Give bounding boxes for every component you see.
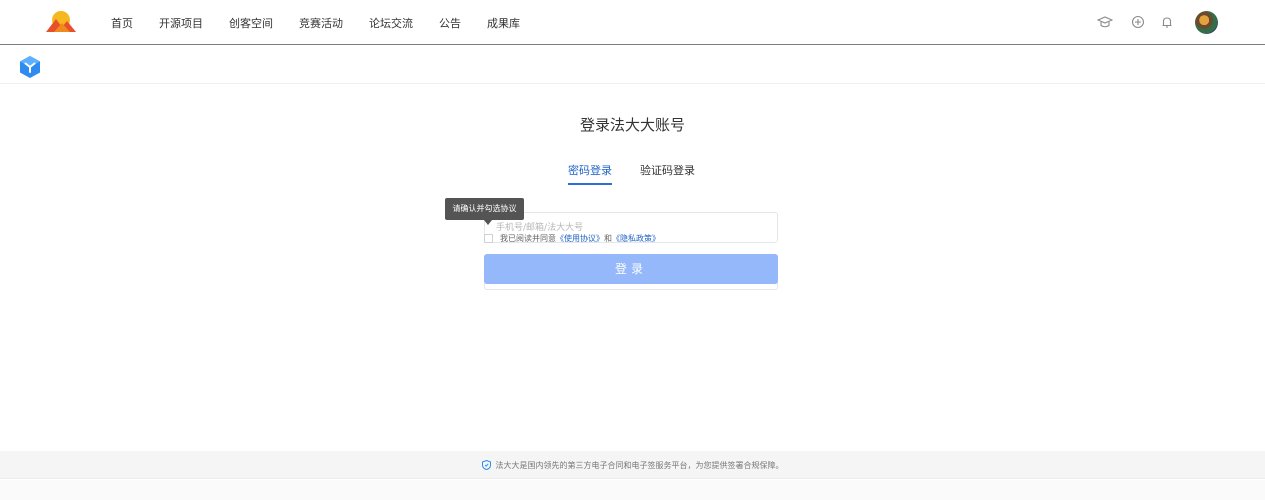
main-nav: 首页 开源项目 创客空间 竞赛活动 论坛交流 公告 成果库 [111, 0, 546, 45]
nav-item-results[interactable]: 成果库 [487, 15, 520, 31]
agreement-row: 我已阅读并同意 《使用协议》 和 《隐私政策》 [484, 232, 660, 244]
nav-item-open-source[interactable]: 开源项目 [159, 15, 203, 31]
tab-code-login[interactable]: 验证码登录 [640, 162, 695, 178]
nav-item-forum[interactable]: 论坛交流 [369, 15, 413, 31]
footer-text: 法大大是国内领先的第三方电子合同和电子签服务平台，为您提供签署合规保障。 [495, 460, 784, 470]
active-tab-indicator [568, 183, 612, 185]
footer-content: 法大大是国内领先的第三方电子合同和电子签服务平台，为您提供签署合规保障。 [0, 451, 1265, 479]
page-bottom [0, 480, 1265, 500]
nav-item-maker-space[interactable]: 创客空间 [229, 15, 273, 31]
tooltip-arrow [484, 220, 492, 225]
login-button[interactable]: 登录 [484, 254, 778, 284]
nav-item-competitions[interactable]: 竞赛活动 [299, 15, 343, 31]
nav-item-announcements[interactable]: 公告 [439, 15, 461, 31]
agreement-checkbox[interactable] [484, 233, 493, 243]
shield-icon [481, 460, 491, 470]
bell-icon[interactable] [1159, 14, 1175, 30]
nav-item-home[interactable]: 首页 [111, 15, 133, 31]
top-navigation-bar: 首页 开源项目 创客空间 竞赛活动 论坛交流 公告 成果库 [0, 0, 1265, 45]
agreement-and: 和 [604, 233, 612, 243]
privacy-link[interactable]: 《隐私政策》 [612, 233, 660, 244]
terms-link[interactable]: 《使用协议》 [556, 233, 604, 244]
tab-password-login[interactable]: 密码登录 [568, 162, 612, 178]
page-title: 登录法大大账号 [579, 116, 685, 134]
graduation-cap-icon[interactable] [1097, 14, 1113, 30]
agreement-prefix: 我已阅读并同意 [500, 233, 556, 243]
fadada-cube-logo [20, 56, 40, 78]
agreement-tooltip: 请确认并勾选协议 [445, 198, 524, 220]
sub-header [0, 46, 1265, 84]
site-logo[interactable] [45, 9, 77, 33]
footer: 法大大是国内领先的第三方电子合同和电子签服务平台，为您提供签署合规保障。 [0, 451, 1265, 479]
plus-circle-icon[interactable] [1130, 14, 1146, 30]
user-avatar[interactable] [1195, 11, 1218, 34]
